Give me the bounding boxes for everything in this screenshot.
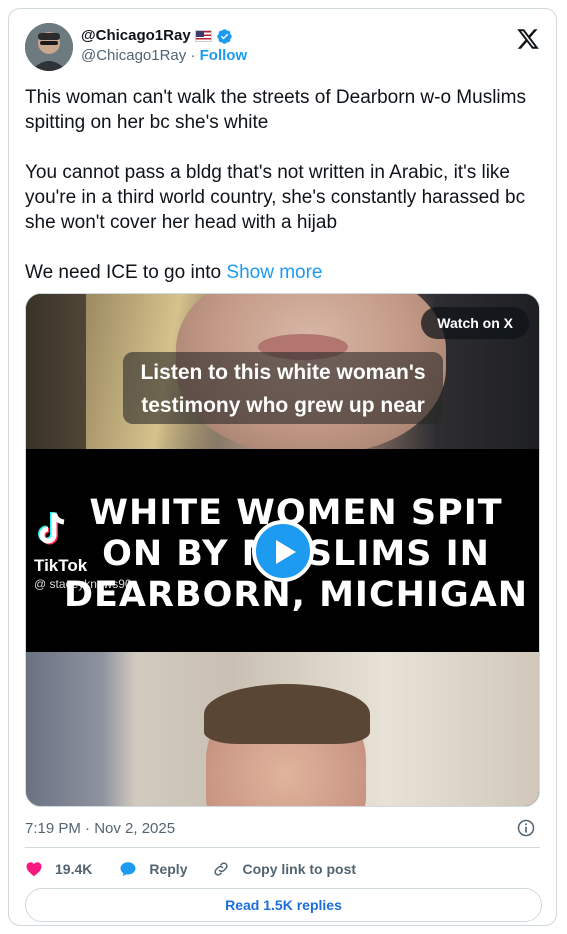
- post-paragraph-1: This woman can't walk the streets of Dea…: [25, 87, 526, 133]
- post-paragraph-2: You cannot pass a bldg that's not writte…: [25, 162, 526, 233]
- author-names: @Chicago1Ray @Chicago1Ray · Follow: [81, 26, 247, 66]
- video-media[interactable]: Listen to this white woman's testimony w…: [25, 293, 540, 807]
- heart-icon: [26, 862, 42, 877]
- post-last-line: We need ICE to go into Show more: [25, 260, 542, 285]
- copy-link-label: Copy link to post: [242, 861, 357, 877]
- like-button[interactable]: 19.4K: [25, 860, 92, 878]
- avatar-image: [25, 23, 73, 71]
- show-more-link[interactable]: Show more: [226, 262, 322, 283]
- copy-link-button[interactable]: Copy link to post: [212, 860, 356, 878]
- x-logo-icon[interactable]: [516, 27, 540, 51]
- embedded-post-card: @Chicago1Ray @Chicago1Ray · Follow This …: [8, 8, 557, 926]
- post-actions: 19.4K Reply Copy link to post: [25, 859, 356, 879]
- author-display-name[interactable]: @Chicago1Ray: [81, 26, 191, 46]
- video-frame-woman: Listen to this white woman's testimony w…: [26, 294, 539, 454]
- info-icon[interactable]: [516, 818, 536, 838]
- man-hair-shape: [204, 684, 370, 744]
- us-flag-icon: [194, 30, 212, 42]
- tiktok-watermark: TikTok @ staceyknows90: [34, 509, 132, 592]
- tiktok-label: TikTok: [34, 556, 88, 575]
- wall-shadow: [26, 652, 136, 806]
- tiktok-username: @ staceyknows90: [34, 577, 132, 591]
- author-display-name-row[interactable]: @Chicago1Ray: [81, 26, 247, 46]
- reply-label: Reply: [149, 861, 188, 877]
- verified-badge-icon: [216, 28, 232, 44]
- play-button[interactable]: [252, 520, 314, 582]
- video-caption: Listen to this white woman's testimony w…: [123, 352, 443, 424]
- post-header: @Chicago1Ray @Chicago1Ray · Follow: [25, 21, 540, 73]
- post-paragraph-3: We need ICE to go into: [25, 262, 222, 283]
- divider: [25, 847, 540, 848]
- reply-bubble-icon: [120, 862, 136, 877]
- play-icon: [276, 540, 296, 564]
- post-timestamp[interactable]: 7:19 PM · Nov 2, 2025: [25, 819, 175, 839]
- link-icon: [214, 862, 229, 876]
- watch-on-x-button[interactable]: Watch on X: [421, 307, 529, 339]
- post-text: This woman can't walk the streets of Dea…: [25, 85, 542, 285]
- handle-separator: ·: [190, 47, 196, 64]
- avatar[interactable]: [25, 23, 73, 71]
- video-headline-panel: WHITE WOMEN SPIT ON BY MUSLIMS IN DEARBO…: [26, 449, 539, 652]
- author-handle[interactable]: @Chicago1Ray: [81, 47, 186, 64]
- reply-button[interactable]: Reply: [119, 860, 187, 878]
- like-count: 19.4K: [55, 861, 93, 877]
- video-frame-man: [26, 652, 539, 806]
- tiktok-logo-icon: [38, 512, 65, 545]
- read-replies-button[interactable]: Read 1.5K replies: [25, 888, 542, 922]
- follow-link[interactable]: Follow: [200, 47, 248, 64]
- author-handle-line: @Chicago1Ray · Follow: [81, 46, 247, 66]
